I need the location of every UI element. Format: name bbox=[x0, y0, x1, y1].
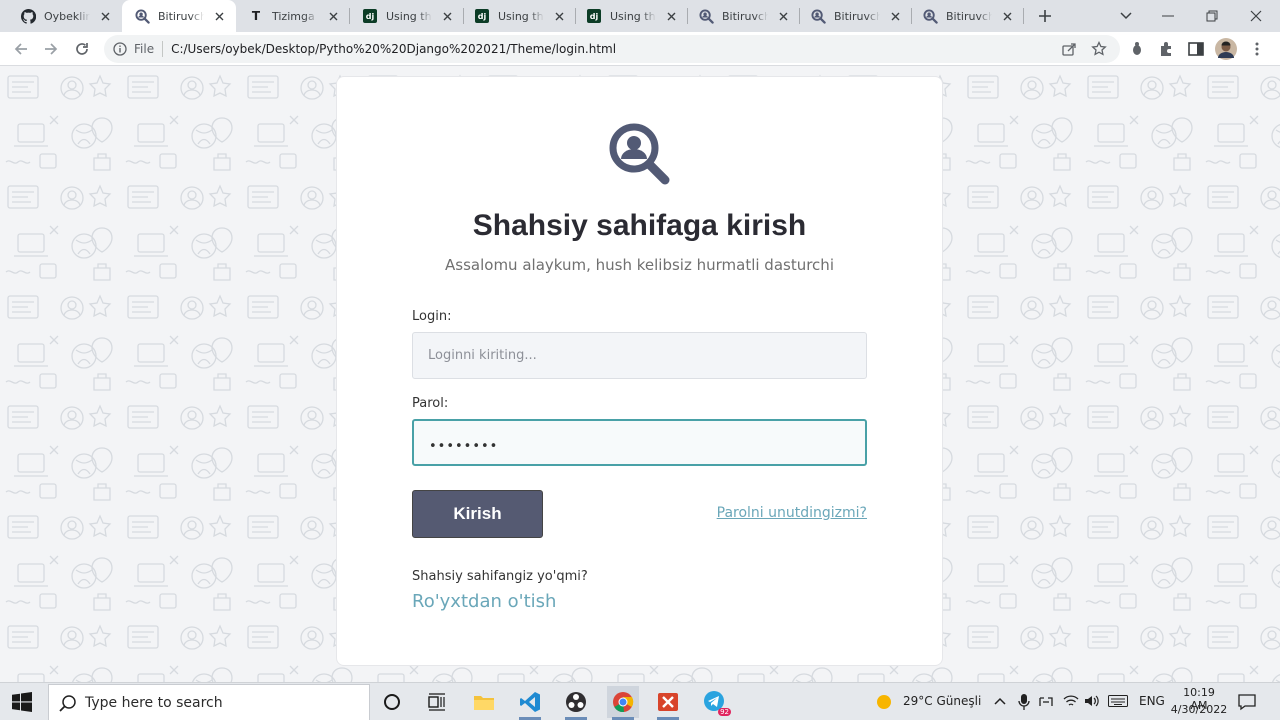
search-user-icon bbox=[698, 8, 714, 24]
browser-tab[interactable]: dj Using the bbox=[350, 0, 464, 32]
new-tab-button[interactable] bbox=[1032, 3, 1058, 29]
django-icon: dj bbox=[474, 8, 490, 24]
tab-title: Bitiruvchi bbox=[834, 9, 880, 23]
weather-text[interactable]: 29°C Güneşli bbox=[903, 694, 981, 708]
page-subtitle: Assalomu alaykum, hush kelibsiz hurmatli… bbox=[445, 256, 834, 274]
django-icon: dj bbox=[362, 8, 378, 24]
tab-close-icon[interactable] bbox=[212, 9, 226, 23]
tab-title: Using the bbox=[610, 9, 656, 23]
tab-title: Bitiruvchi bbox=[722, 9, 768, 23]
taskbar-search-placeholder: Type here to search bbox=[85, 694, 223, 711]
browser-tab[interactable]: Bitiruvchi bbox=[798, 0, 912, 32]
telegram-badge: 92 bbox=[718, 708, 731, 716]
tab-close-icon[interactable] bbox=[552, 9, 566, 23]
browser-tab[interactable]: Oybeklinux bbox=[8, 0, 122, 32]
address-divider bbox=[162, 41, 164, 57]
telegram-icon[interactable]: 92 bbox=[699, 686, 731, 718]
wifi-icon[interactable] bbox=[1063, 694, 1079, 708]
scheme-label: File bbox=[134, 42, 155, 56]
password-label: Parol: bbox=[412, 396, 449, 411]
tab-close-icon[interactable] bbox=[776, 9, 790, 23]
url-text[interactable]: C:/Users/oybek/Desktop/Pytho%20%20Django… bbox=[171, 42, 616, 56]
restore-button[interactable] bbox=[1190, 0, 1234, 32]
tab-title: Using the bbox=[498, 9, 544, 23]
file-explorer-icon[interactable] bbox=[468, 686, 500, 718]
menu-kebab-icon[interactable] bbox=[1244, 36, 1270, 62]
cortana-icon[interactable] bbox=[376, 686, 408, 718]
browser-tab[interactable]: Bitiruvchi bbox=[910, 0, 1024, 32]
obs-studio-icon[interactable] bbox=[560, 686, 592, 720]
back-button[interactable] bbox=[8, 36, 34, 62]
tab-title: Tizimga kirish bbox=[272, 9, 318, 23]
login-card: Shahsiy sahifaga kirish Assalomu alaykum… bbox=[336, 76, 943, 666]
share-icon[interactable] bbox=[1056, 36, 1082, 62]
tab-title: Bitiruvchi bbox=[946, 9, 992, 23]
login-submit-button[interactable]: Kirish bbox=[412, 490, 543, 538]
extensions-puzzle-icon[interactable] bbox=[1153, 36, 1179, 62]
windows-taskbar: Type here to search 92 29°C Güneşli ENG … bbox=[0, 682, 1280, 720]
browser-tab[interactable]: dj Using the bbox=[462, 0, 576, 32]
tray-chevron-up-icon[interactable] bbox=[994, 696, 1006, 706]
chrome-icon[interactable] bbox=[607, 686, 639, 720]
no-account-text: Shahsiy sahifangiz yo'qmi? bbox=[412, 569, 588, 584]
django-icon: dj bbox=[586, 8, 602, 24]
tab-strip: Oybeklinux Bitiruvchi T Tizimga kirish dj Usi… bbox=[0, 0, 1280, 32]
tab-separator bbox=[1023, 8, 1024, 24]
tab-title: Bitiruvchi bbox=[158, 9, 204, 23]
network-icon[interactable] bbox=[1038, 694, 1054, 710]
search-icon bbox=[59, 694, 76, 712]
search-user-icon bbox=[810, 8, 826, 24]
clock-date[interactable]: 4/30/2022 bbox=[1170, 703, 1228, 716]
register-link[interactable]: Ro'yxtdan o'tish bbox=[412, 591, 556, 612]
browser-tab[interactable]: T Tizimga kirish bbox=[236, 0, 350, 32]
tab-title: Oybeklinux bbox=[44, 9, 90, 23]
address-bar[interactable]: File C:/Users/oybek/Desktop/Pytho%20%20D… bbox=[104, 35, 1120, 63]
task-view-icon[interactable] bbox=[421, 686, 453, 718]
tab-close-icon[interactable] bbox=[1000, 9, 1014, 23]
browser-toolbar: File C:/Users/oybek/Desktop/Pytho%20%20D… bbox=[0, 32, 1280, 66]
keyboard-icon[interactable] bbox=[1108, 695, 1128, 707]
info-icon[interactable] bbox=[112, 41, 128, 57]
t-letter-icon: T bbox=[251, 9, 261, 23]
browser-tab[interactable]: dj Using the bbox=[574, 0, 688, 32]
github-icon bbox=[20, 8, 36, 24]
taskbar-search-box[interactable]: Type here to search bbox=[48, 684, 370, 720]
extension-bug-icon[interactable] bbox=[1124, 36, 1150, 62]
profile-avatar[interactable] bbox=[1213, 36, 1239, 62]
tab-close-icon[interactable] bbox=[98, 9, 112, 23]
browser-tab[interactable]: Bitiruvchi bbox=[686, 0, 800, 32]
search-user-icon bbox=[134, 8, 150, 24]
tab-close-icon[interactable] bbox=[440, 9, 454, 23]
windows-start-icon[interactable] bbox=[12, 692, 32, 712]
bookmark-star-icon[interactable] bbox=[1086, 36, 1112, 62]
minimize-button[interactable] bbox=[1146, 0, 1190, 32]
weather-sun-icon bbox=[877, 695, 891, 709]
tab-close-icon[interactable] bbox=[888, 9, 902, 23]
forward-button[interactable] bbox=[38, 36, 64, 62]
tab-close-icon[interactable] bbox=[326, 9, 340, 23]
search-user-icon bbox=[922, 8, 938, 24]
login-input[interactable] bbox=[412, 332, 867, 379]
volume-icon[interactable] bbox=[1084, 694, 1100, 708]
input-language[interactable]: ENG bbox=[1139, 694, 1165, 708]
page-title: Shahsiy sahifaga kirish bbox=[472, 209, 807, 242]
browser-tab[interactable]: Bitiruvchi bbox=[122, 0, 236, 32]
login-label: Login: bbox=[412, 309, 452, 324]
password-mask: •••••••• bbox=[429, 439, 499, 454]
notifications-icon[interactable] bbox=[1238, 693, 1256, 711]
forgot-password-link[interactable]: Parolni unutdingizmi? bbox=[717, 505, 867, 521]
presentation-app-icon[interactable] bbox=[652, 686, 684, 720]
close-window-button[interactable] bbox=[1234, 0, 1278, 32]
reload-button[interactable] bbox=[69, 36, 95, 62]
vscode-icon[interactable] bbox=[514, 686, 546, 720]
microphone-icon[interactable] bbox=[1018, 693, 1030, 711]
page-viewport: Shahsiy sahifaga kirish Assalomu alaykum… bbox=[0, 66, 1280, 682]
side-panel-icon[interactable] bbox=[1183, 36, 1209, 62]
tab-search-button[interactable] bbox=[1104, 0, 1148, 32]
tab-title: Using the bbox=[386, 9, 432, 23]
user-search-logo-icon bbox=[609, 123, 670, 185]
tab-close-icon[interactable] bbox=[664, 9, 678, 23]
